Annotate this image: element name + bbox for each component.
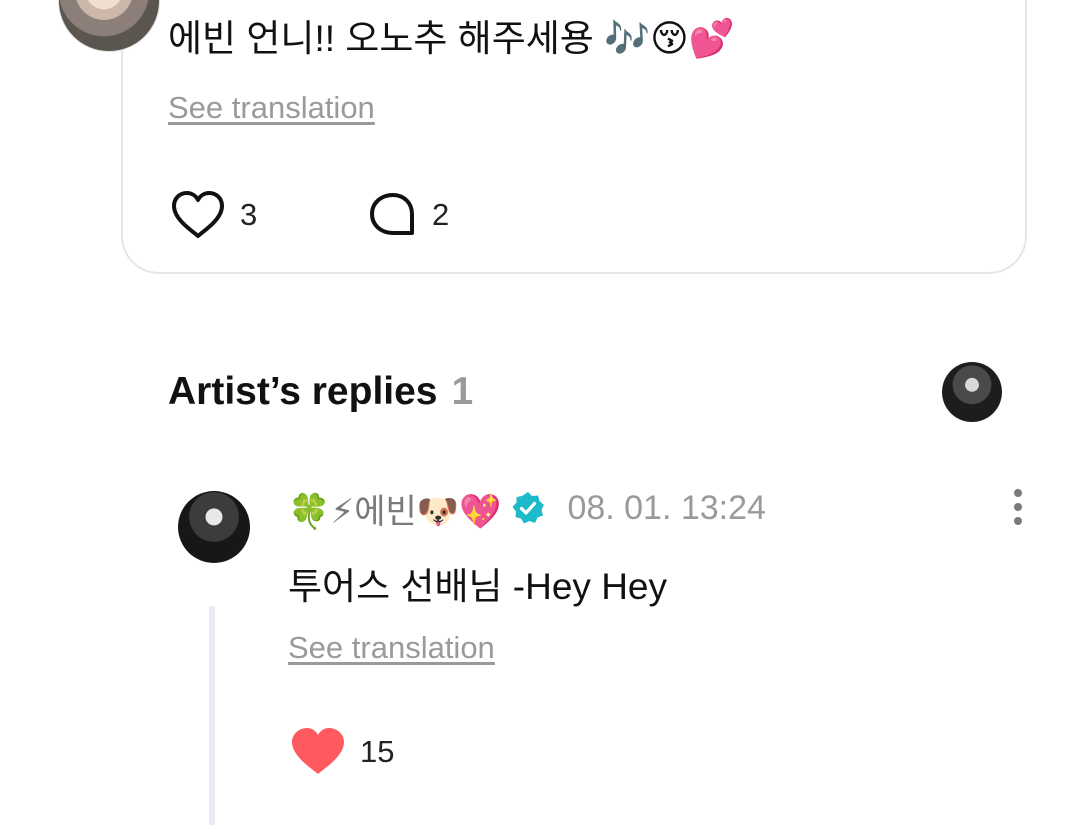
fan-post-comment-button[interactable]: 2 — [368, 190, 449, 240]
fan-post-like-count: 3 — [240, 197, 258, 232]
artist-avatar[interactable] — [178, 491, 250, 563]
artist-replies-heading: Artist’s replies 1 — [168, 370, 473, 414]
more-options-icon[interactable] — [1006, 487, 1030, 527]
reply-text: 투어스 선배님 -Hey Hey — [288, 566, 667, 607]
page: 에빈 언니!! 오노추 해주세용 🎶😚💕 See translation 3 2… — [0, 0, 1080, 825]
fan-post-comment-count: 2 — [432, 197, 450, 232]
fan-post-text: 에빈 언니!! 오노추 해주세용 🎶😚💕 — [168, 18, 735, 59]
artist-name[interactable]: 🍀⚡에빈🐶💖 — [288, 484, 501, 533]
artist-replies-title: Artist’s replies — [168, 370, 438, 413]
artist-avatar-small[interactable] — [942, 362, 1002, 422]
artist-replies-count: 1 — [451, 370, 474, 413]
reply-meta-row: 🍀⚡에빈🐶💖 08. 01. 13:24 — [288, 484, 766, 533]
fan-post-see-translation-link[interactable]: See translation — [168, 90, 375, 126]
verified-badge-icon — [512, 492, 545, 524]
reply-timestamp: 08. 01. 13:24 — [567, 488, 766, 527]
reply-like-button[interactable]: 15 — [290, 727, 394, 777]
heart-filled-icon — [292, 728, 344, 774]
reply-like-count: 15 — [360, 734, 395, 769]
heart-outline-icon — [172, 191, 224, 238]
thread-line — [209, 606, 215, 825]
reply-see-translation-link[interactable]: See translation — [288, 630, 495, 666]
comment-bubble-icon — [370, 193, 414, 235]
fan-post-like-button[interactable]: 3 — [170, 190, 257, 240]
